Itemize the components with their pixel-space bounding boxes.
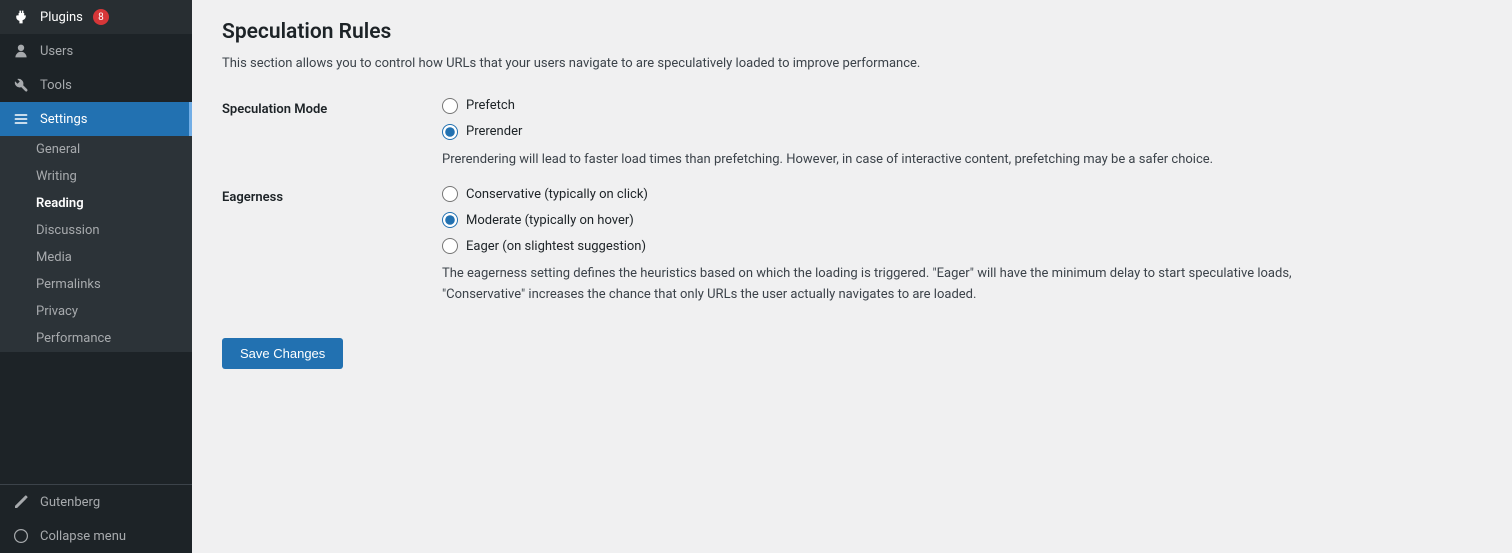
pen-icon bbox=[12, 493, 30, 511]
sidebar-bottom: Gutenberg Collapse menu bbox=[0, 484, 192, 553]
plugin-icon bbox=[12, 8, 30, 26]
submenu-item-writing[interactable]: Writing bbox=[0, 163, 192, 190]
eagerness-row: Eagerness Conservative (typically on cli… bbox=[222, 186, 1482, 306]
speculation-mode-help: Prerendering will lead to faster load ti… bbox=[442, 150, 1342, 171]
eagerness-label: Eagerness bbox=[222, 186, 442, 306]
conservative-option[interactable]: Conservative (typically on click) bbox=[442, 186, 1482, 202]
sidebar-item-settings[interactable]: Settings bbox=[0, 102, 192, 136]
submenu-item-privacy[interactable]: Privacy bbox=[0, 298, 192, 325]
prefetch-radio[interactable] bbox=[442, 98, 458, 114]
moderate-label: Moderate (typically on hover) bbox=[466, 213, 634, 228]
sidebar-item-collapse[interactable]: Collapse menu bbox=[0, 519, 192, 553]
page-title: Speculation Rules bbox=[222, 20, 1482, 44]
users-icon bbox=[12, 42, 30, 60]
sidebar-item-tools-label: Tools bbox=[40, 78, 72, 93]
eager-label: Eager (on slightest suggestion) bbox=[466, 239, 646, 254]
submenu-item-performance[interactable]: Performance bbox=[0, 325, 192, 352]
sidebar-item-gutenberg-label: Gutenberg bbox=[40, 495, 100, 510]
submenu-item-permalinks[interactable]: Permalinks bbox=[0, 271, 192, 298]
sidebar-item-gutenberg[interactable]: Gutenberg bbox=[0, 485, 192, 519]
sidebar-item-plugins-label: Plugins bbox=[40, 10, 83, 25]
prerender-option[interactable]: Prerender bbox=[442, 124, 1482, 140]
moderate-radio[interactable] bbox=[442, 212, 458, 228]
prefetch-label: Prefetch bbox=[466, 98, 515, 113]
sidebar-item-users[interactable]: Users bbox=[0, 34, 192, 68]
submenu-item-media[interactable]: Media bbox=[0, 244, 192, 271]
eagerness-help: The eagerness setting defines the heuris… bbox=[442, 264, 1342, 306]
submenu-item-discussion[interactable]: Discussion bbox=[0, 217, 192, 244]
collapse-icon bbox=[12, 527, 30, 545]
submenu-item-general[interactable]: General bbox=[0, 136, 192, 163]
settings-submenu: General Writing Reading Discussion Media… bbox=[0, 136, 192, 352]
speculation-mode-control: Prefetch Prerender Prerendering will lea… bbox=[442, 98, 1482, 171]
submenu-item-reading[interactable]: Reading bbox=[0, 190, 192, 217]
section-description: This section allows you to control how U… bbox=[222, 54, 1482, 74]
main-content: Speculation Rules This section allows yo… bbox=[192, 0, 1512, 553]
plugins-badge: 8 bbox=[93, 9, 109, 25]
sidebar-item-tools[interactable]: Tools bbox=[0, 68, 192, 102]
speculation-mode-row: Speculation Mode Prefetch Prerender Prer… bbox=[222, 98, 1482, 171]
sidebar-item-plugins[interactable]: Plugins 8 bbox=[0, 0, 192, 34]
prefetch-option[interactable]: Prefetch bbox=[442, 98, 1482, 114]
speculation-mode-label: Speculation Mode bbox=[222, 98, 442, 171]
eager-radio[interactable] bbox=[442, 238, 458, 254]
settings-icon bbox=[12, 110, 30, 128]
conservative-radio[interactable] bbox=[442, 186, 458, 202]
sidebar-item-users-label: Users bbox=[40, 44, 73, 59]
conservative-label: Conservative (typically on click) bbox=[466, 187, 648, 202]
sidebar-item-settings-label: Settings bbox=[40, 112, 87, 127]
sidebar: Plugins 8 Users Tools Settings General W… bbox=[0, 0, 192, 553]
prerender-radio[interactable] bbox=[442, 124, 458, 140]
eagerness-control: Conservative (typically on click) Modera… bbox=[442, 186, 1482, 306]
sidebar-item-collapse-label: Collapse menu bbox=[40, 529, 126, 544]
eager-option[interactable]: Eager (on slightest suggestion) bbox=[442, 238, 1482, 254]
save-button[interactable]: Save Changes bbox=[222, 338, 343, 369]
tools-icon bbox=[12, 76, 30, 94]
moderate-option[interactable]: Moderate (typically on hover) bbox=[442, 212, 1482, 228]
prerender-label: Prerender bbox=[466, 124, 522, 139]
